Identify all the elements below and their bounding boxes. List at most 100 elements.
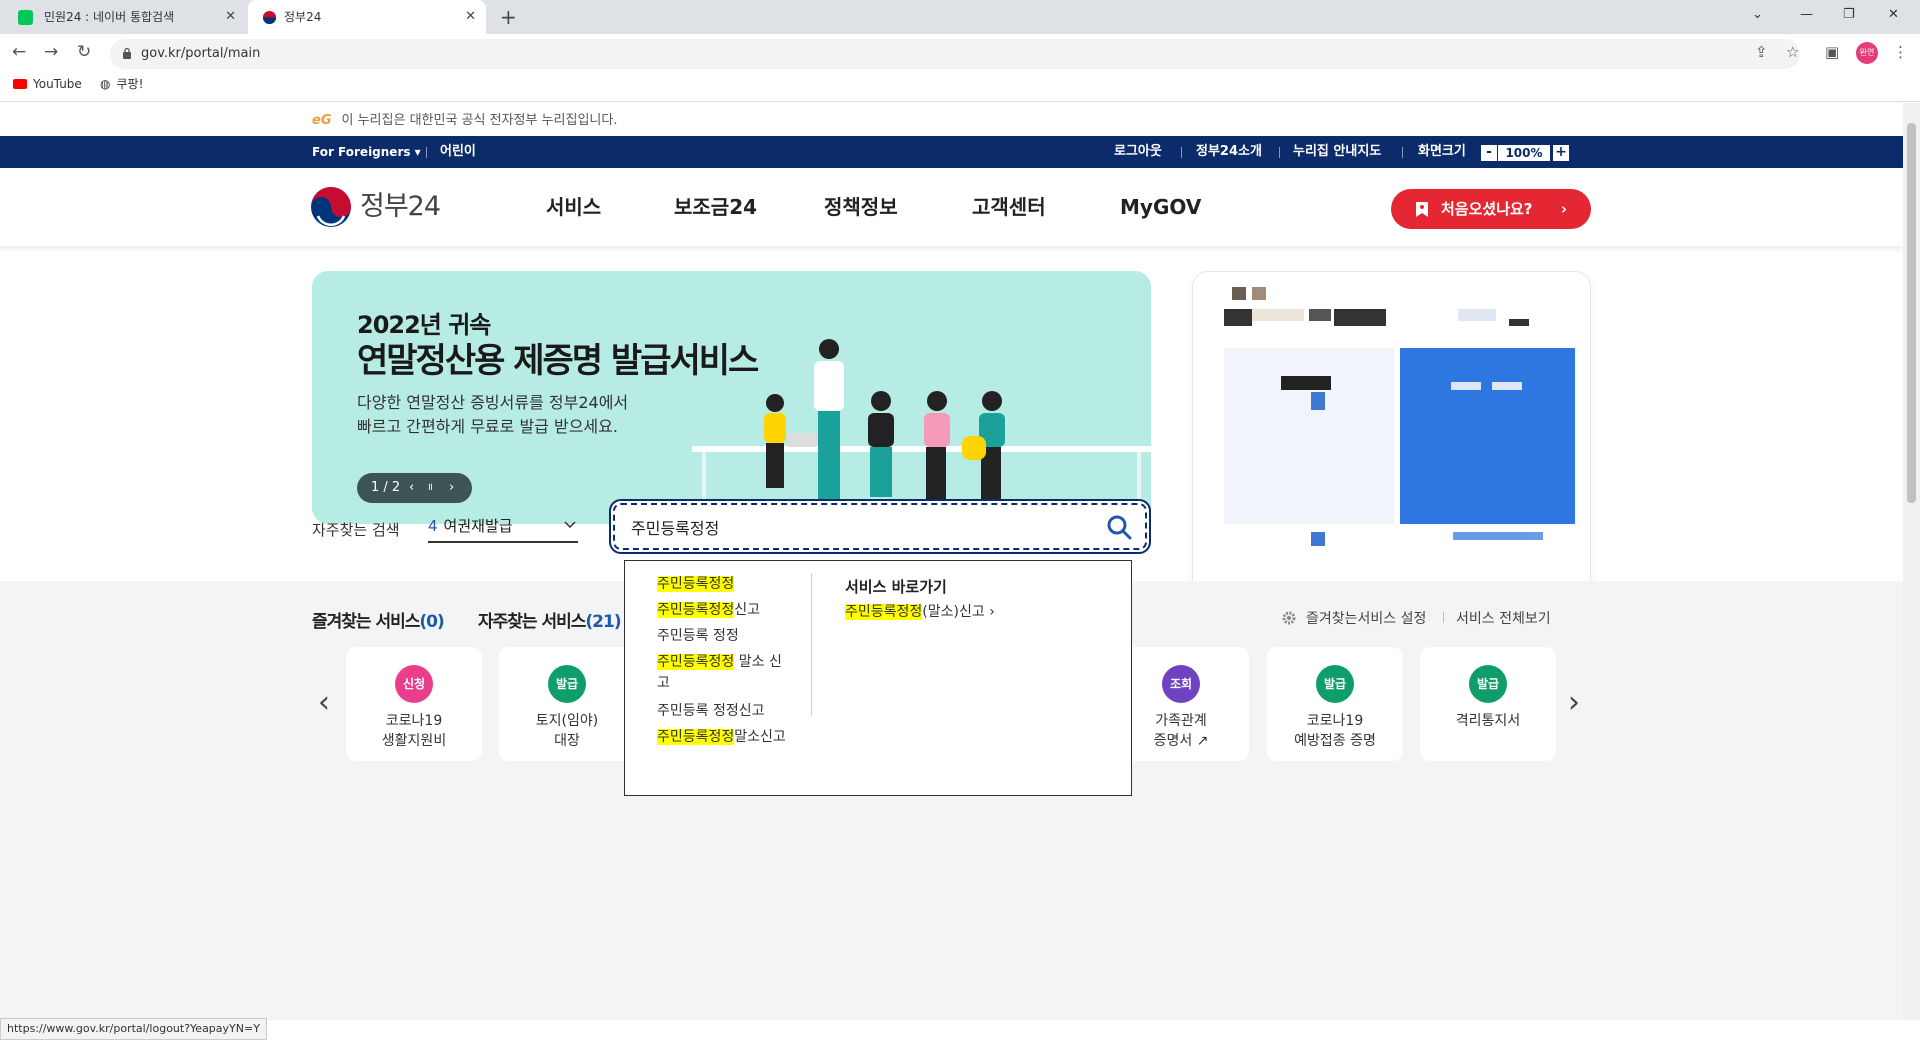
scrollbar-thumb[interactable]: [1907, 123, 1916, 503]
browser-tab-naver[interactable]: 민원24 : 네이버 통합검색 ✕: [0, 0, 246, 34]
browser-toolbar: ← → ↻ gov.kr/portal/main ⇪ ☆ ▣ 완연 ⋮: [0, 34, 1920, 72]
frequent-search-label: 자주찾는 검색: [312, 521, 400, 539]
search-icon[interactable]: [1105, 513, 1133, 541]
bookmarks-bar: YouTube ◍ 쿠팡!: [0, 72, 1920, 102]
forward-icon[interactable]: →: [44, 42, 58, 62]
menu-service[interactable]: 서비스: [546, 188, 601, 226]
services-next-icon[interactable]: ›: [1568, 685, 1580, 720]
service-badge: 발급: [1316, 665, 1354, 703]
taegeuk-logo-icon[interactable]: [310, 186, 352, 228]
utility-bar: For Foreigners ▾ 어린이 로그아웃 정부24소개 누리집 안내지…: [0, 136, 1903, 168]
tab-search-icon[interactable]: ⌄: [1752, 0, 1763, 30]
suggestion-item[interactable]: 주민등록 정정: [657, 627, 739, 645]
bookmark-coupang[interactable]: ◍ 쿠팡!: [100, 72, 143, 96]
promo-banner[interactable]: 2022년 귀속 연말정산용 제증명 발급서비스 다양한 연말정산 증빙서류를 …: [312, 271, 1151, 524]
service-name: 코로나19 생활지원비: [381, 713, 447, 749]
url-text: gov.kr/portal/main: [141, 46, 261, 61]
banner-description: 다양한 연말정산 증빙서류를 정부24에서: [357, 393, 629, 412]
menu-subsidy24[interactable]: 보조금24: [674, 188, 757, 226]
status-bar-url: https://www.gov.kr/portal/logout?YeapayY…: [0, 1018, 267, 1040]
person-figure-icon: [764, 394, 786, 488]
suggestion-item[interactable]: 주민등록정정말소신고: [657, 728, 786, 746]
suggestion-item-wrap[interactable]: 고: [657, 674, 670, 692]
taegeuk-favicon-icon: [262, 10, 277, 25]
service-card[interactable]: 발급 토지(임야) 대장: [499, 647, 635, 761]
banner-controls: 1 / 2 ‹ ॥ ›: [357, 473, 472, 503]
service-card[interactable]: 발급 코로나19 예방접종 증명: [1267, 647, 1403, 761]
address-bar[interactable]: gov.kr/portal/main: [110, 39, 1800, 69]
close-tab-icon[interactable]: ✕: [465, 0, 476, 34]
browser-tab-bar: 민원24 : 네이버 통합검색 ✕ 정부24 ✕ + ⌄ — ❐ ✕: [0, 0, 1920, 34]
new-tab-icon[interactable]: +: [500, 0, 517, 34]
first-visit-button[interactable]: 처음오셨나요? ›: [1391, 189, 1591, 229]
search-keyword: 여권재발급: [443, 517, 513, 535]
zoom-in-button[interactable]: +: [1553, 145, 1569, 161]
share-icon[interactable]: ⇪: [1755, 43, 1768, 61]
search-input[interactable]: [631, 501, 1091, 552]
official-site-notice: eG 이 누리집은 대한민국 공식 전자정부 누리집입니다.: [312, 113, 618, 128]
zoom-out-button[interactable]: -: [1481, 145, 1497, 161]
main-header: 정부24 서비스 보조금24 정책정보 고객센터 MyGOV 처음오셨나요? ›: [0, 168, 1903, 246]
bookmark-youtube[interactable]: YouTube: [13, 72, 82, 96]
chevron-right-icon: ›: [1560, 200, 1567, 218]
suggestion-item[interactable]: 주민등록정정신고: [657, 601, 760, 619]
suggestion-item[interactable]: 주민등록정정: [657, 575, 735, 593]
zoom-level: 100%: [1498, 145, 1550, 161]
autocomplete-dropdown: 주민등록정정 주민등록정정신고 주민등록 정정 주민등록정정 말소 신 고 주민…: [624, 560, 1132, 796]
youtube-icon: [13, 79, 27, 89]
service-card[interactable]: 조회 가족관계 증명서 ↗: [1113, 647, 1249, 761]
tab-favorite-services[interactable]: 즐겨찾는 서비스(0): [312, 607, 445, 632]
browser-tab-gov24[interactable]: 정부24 ✕: [248, 0, 486, 34]
menu-policy-info[interactable]: 정책정보: [824, 188, 898, 226]
menu-customer-center[interactable]: 고객센터: [972, 188, 1046, 226]
site-logo-text[interactable]: 정부24: [360, 186, 441, 228]
service-card[interactable]: 신청 코로나19 생활지원비: [346, 647, 482, 761]
suggestion-item[interactable]: 주민등록 정정신고: [657, 702, 765, 720]
menu-mygov[interactable]: MyGOV: [1120, 188, 1201, 226]
profile-avatar[interactable]: 완연: [1856, 42, 1878, 64]
bookmark-star-icon[interactable]: ☆: [1786, 43, 1799, 61]
for-foreigners-link[interactable]: For Foreigners ▾: [312, 136, 421, 168]
restore-icon[interactable]: ❐: [1843, 0, 1855, 30]
favorite-settings-link[interactable]: 즐겨찾는서비스 설정: [1306, 608, 1426, 628]
tab-title: 정부24: [284, 10, 322, 24]
service-card[interactable]: 발급 격리통지서: [1420, 647, 1556, 761]
tab-title: 민원24 : 네이버 통합검색: [44, 10, 175, 24]
chevron-down-icon: [564, 521, 576, 529]
banner-prev-icon[interactable]: ‹: [409, 473, 414, 503]
close-window-icon[interactable]: ✕: [1888, 0, 1899, 30]
sitemap-link[interactable]: 누리집 안내지도: [1293, 136, 1381, 168]
tab-frequent-services[interactable]: 자주찾는 서비스(21): [478, 607, 622, 632]
chevron-right-icon: ›: [989, 604, 995, 620]
page-scrollbar[interactable]: [1903, 103, 1920, 1020]
service-badge: 신청: [395, 665, 433, 703]
globe-icon: ◍: [100, 77, 111, 91]
service-name: 코로나19 예방접종 증명: [1294, 713, 1376, 749]
gov24-intro-link[interactable]: 정부24소개: [1196, 136, 1262, 168]
service-name: 격리통지서: [1455, 713, 1521, 729]
side-panel-icon[interactable]: ▣: [1825, 43, 1839, 61]
service-shortcut-link[interactable]: 주민등록정정(말소)신고 ›: [845, 601, 995, 621]
reload-icon[interactable]: ↻: [77, 42, 91, 62]
banner-pause-icon[interactable]: ॥: [427, 473, 433, 503]
frequent-search-select[interactable]: 4 여권재발급: [428, 511, 578, 543]
search-rank: 4: [428, 517, 438, 535]
office-people-illustration: [692, 339, 1151, 524]
dropdown-divider: [811, 573, 812, 716]
suggestion-item[interactable]: 주민등록정정 말소 신: [657, 653, 782, 671]
banner-next-icon[interactable]: ›: [449, 473, 454, 503]
close-tab-icon[interactable]: ✕: [225, 0, 236, 34]
search-box[interactable]: [609, 499, 1151, 554]
banner-page-indicator: 1 / 2: [371, 480, 401, 495]
children-link[interactable]: 어린이: [440, 136, 476, 168]
screen-size-label: 화면크기: [1418, 144, 1466, 159]
service-badge: 발급: [1469, 665, 1507, 703]
login-info-card[interactable]: [1192, 271, 1591, 599]
logout-link[interactable]: 로그아웃: [1114, 136, 1162, 168]
services-prev-icon[interactable]: ‹: [318, 685, 330, 720]
all-services-link[interactable]: 서비스 전체보기: [1456, 608, 1551, 628]
back-icon[interactable]: ←: [12, 42, 26, 62]
minimize-icon[interactable]: —: [1800, 0, 1813, 30]
menu-dots-icon[interactable]: ⋮: [1893, 43, 1908, 61]
service-name: 가족관계 증명서 ↗: [1153, 713, 1209, 749]
